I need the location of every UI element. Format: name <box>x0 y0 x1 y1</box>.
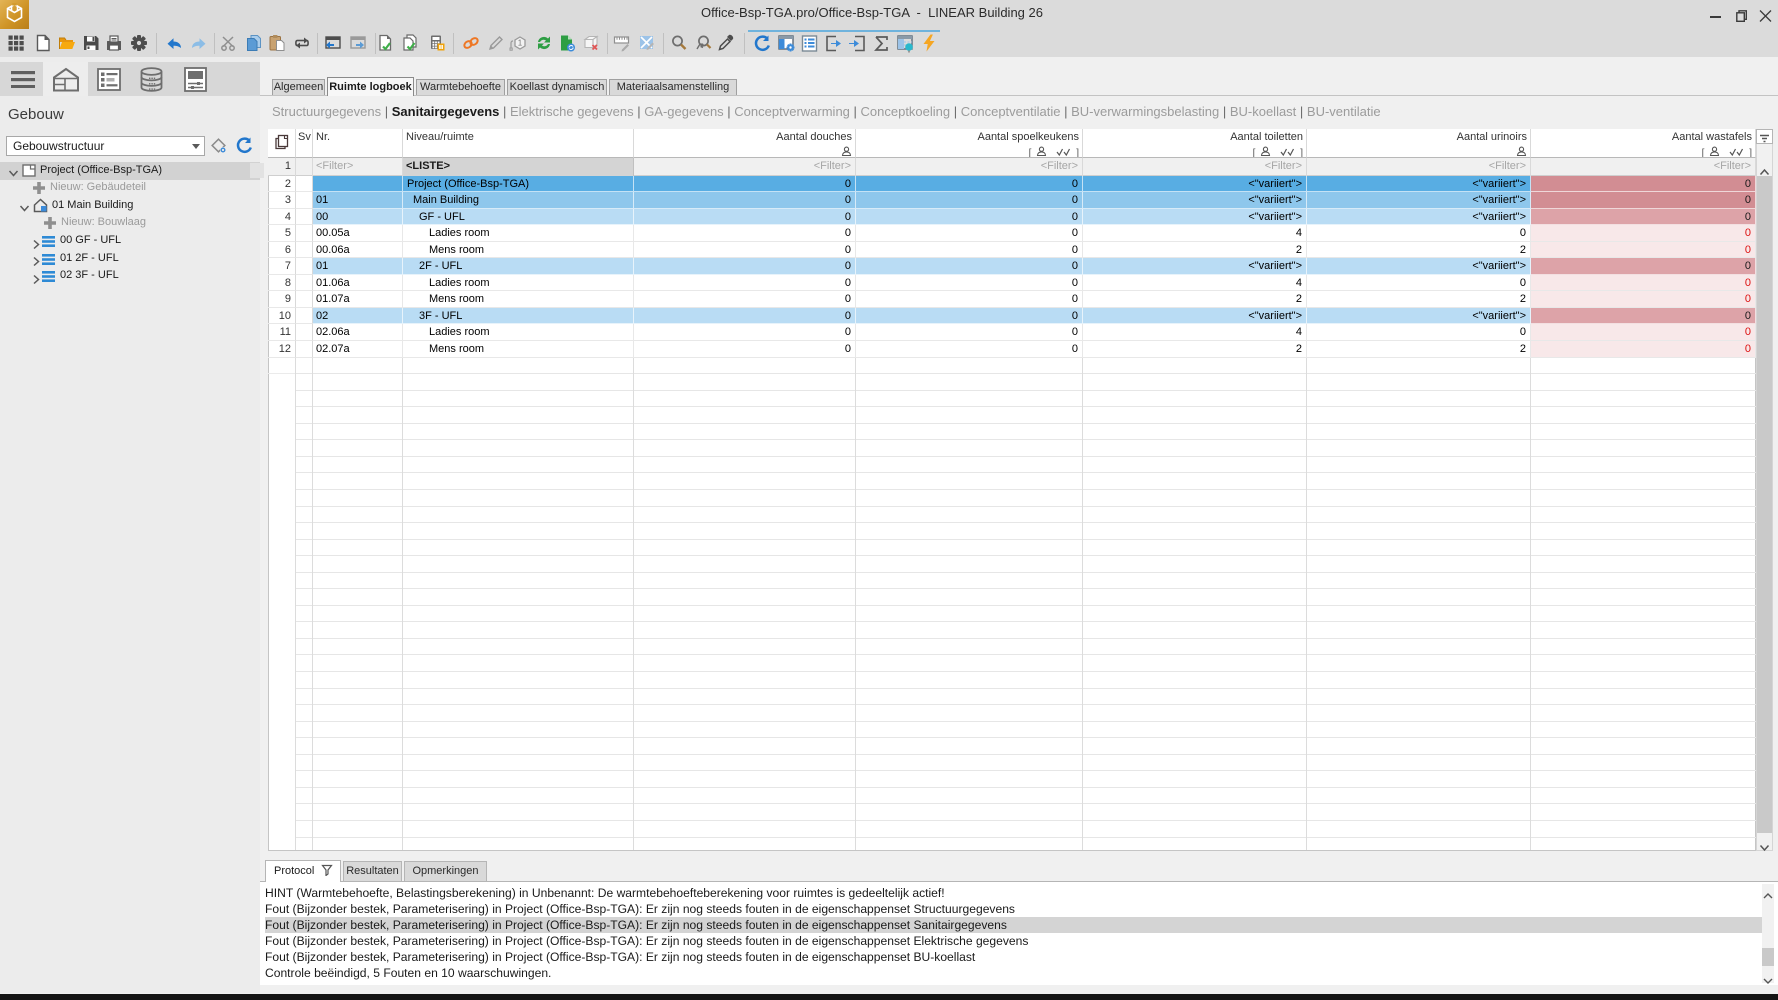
svg-text:1: 1 <box>518 39 523 48</box>
